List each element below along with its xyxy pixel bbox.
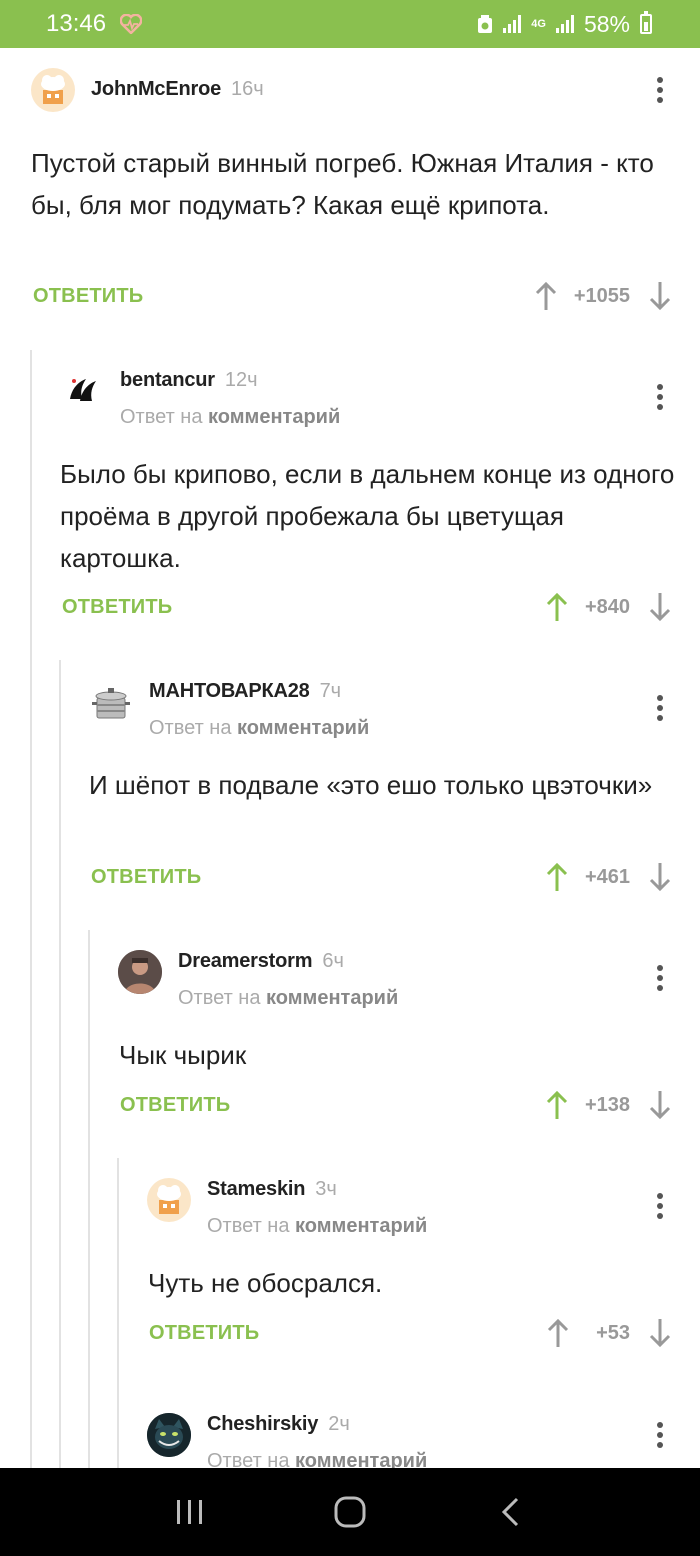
comment-text: Чуть не обосрался. [148,1268,383,1298]
recycle-icon [478,15,493,33]
upvote-arrow-icon[interactable] [543,1088,571,1122]
battery-percent: 58% [583,10,630,37]
comment-score: +53 [596,1321,630,1344]
status-bar: 13:46 4G 58% [0,0,700,48]
reply-to-link[interactable]: комментарий [208,406,340,428]
chef-hat-avatar[interactable] [31,68,75,112]
reply-button[interactable]: ОТВЕТИТЬ [91,866,201,889]
person-photo-avatar[interactable] [118,950,162,994]
reply-button[interactable]: ОТВЕТИТЬ [149,1322,259,1345]
comment-time: 16ч [231,78,264,100]
username[interactable]: Cheshirskiy [207,1413,318,1436]
cell-signal-icon [555,15,574,33]
downvote-arrow-icon[interactable] [646,590,674,624]
comment-text: Было бы крипово, если в дальнем конце из… [60,459,675,573]
username[interactable]: bentancur [120,369,215,392]
username[interactable]: JohnMcEnroe [91,78,221,101]
more-options-icon[interactable] [652,380,668,414]
comment-time: 12ч [224,369,258,391]
recent-apps-icon[interactable] [160,1482,220,1542]
reply-to-link[interactable]: комментарий [266,987,398,1009]
upvote-arrow-icon[interactable] [532,279,560,313]
downvote-arrow-icon[interactable] [646,279,674,313]
comment-time: 3ч [315,1178,337,1200]
home-icon[interactable] [320,1482,380,1542]
cheshire-cat-avatar[interactable] [147,1413,191,1457]
comment-time: 6ч [322,950,344,972]
downvote-arrow-icon[interactable] [646,860,674,894]
downvote-arrow-icon[interactable] [646,1088,674,1122]
reply-to-link[interactable]: комментарий [237,717,369,739]
comment-thread: JohnMcEnroe 16ч Пустой старый винный пог… [0,48,700,1468]
comment-score: +138 [584,1093,630,1116]
comment-score: +1055 [573,284,630,307]
more-options-icon[interactable] [652,691,668,725]
username[interactable]: МАНТОВАРКА28 [149,680,310,703]
downvote-arrow-icon[interactable] [646,1316,674,1350]
thread-line [117,1158,119,1468]
reply-to-line: Ответ на комментарий [207,1215,428,1237]
reply-to-line: Ответ на комментарий [120,406,341,428]
more-options-icon[interactable] [652,1418,668,1452]
thread-line [59,660,61,1468]
upvote-arrow-icon[interactable] [544,1316,572,1350]
username[interactable]: Dreamerstorm [178,950,313,973]
comment-text: Чык чырик [119,1040,247,1070]
reply-to-link[interactable]: комментарий [295,1215,427,1237]
more-options-icon[interactable] [652,961,668,995]
chef-hat-avatar[interactable] [147,1178,191,1222]
status-time: 13:46 [46,10,107,37]
reply-button[interactable]: ОТВЕТИТЬ [120,1094,230,1117]
comment-text: И шёпот в подвале «это ешо только цвэточ… [89,770,653,800]
steamer-pot-avatar[interactable] [89,680,133,724]
reply-button[interactable]: ОТВЕТИТЬ [33,285,143,308]
reply-button[interactable]: ОТВЕТИТЬ [62,596,172,619]
reply-to-line: Ответ на комментарий [207,1450,427,1468]
comment-time: 2ч [328,1413,350,1435]
comment-score: +461 [584,865,630,888]
comment-time: 7ч [319,680,342,702]
network-type: 4G [531,18,546,30]
reply-to-line: Ответ на комментарий [178,987,399,1009]
system-nav-bar [0,1468,700,1556]
battery-icon [640,11,652,34]
comment-text: Пустой старый винный погреб. Южная Итали… [31,148,654,220]
thread-line [30,350,32,1468]
more-options-icon[interactable] [652,1189,668,1223]
reply-to-link[interactable]: комментарий [295,1450,427,1468]
wifi-signal-icon [503,15,522,33]
back-icon[interactable] [480,1482,540,1542]
username[interactable]: Stameskin [207,1178,305,1201]
upvote-arrow-icon[interactable] [543,590,571,624]
reply-to-line: Ответ на комментарий [149,717,370,739]
black-logo-avatar[interactable] [60,369,104,413]
more-options-icon[interactable] [652,73,668,107]
health-heart-icon [120,14,143,34]
thread-line [88,930,90,1468]
upvote-arrow-icon[interactable] [543,860,571,894]
comment-score: +840 [584,595,630,618]
